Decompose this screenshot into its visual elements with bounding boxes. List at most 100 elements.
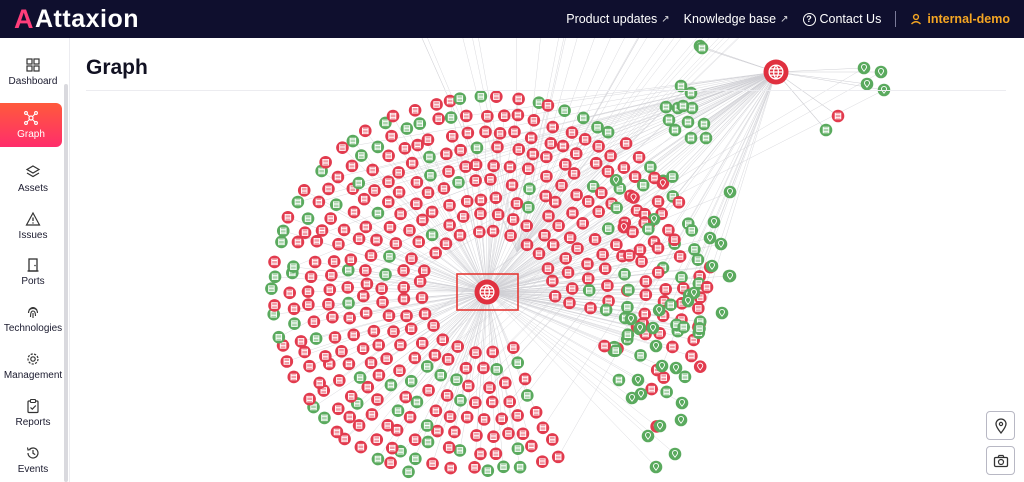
- server-node[interactable]: [474, 207, 487, 221]
- server-node[interactable]: [432, 112, 445, 126]
- server-node[interactable]: [403, 224, 416, 237]
- server-node[interactable]: [668, 233, 681, 246]
- location-node[interactable]: [669, 361, 683, 375]
- location-node[interactable]: [703, 231, 717, 245]
- server-node[interactable]: [332, 237, 345, 251]
- sidebar-item-ports[interactable]: Ports: [0, 250, 66, 294]
- server-node[interactable]: [639, 275, 653, 288]
- server-node[interactable]: [415, 336, 429, 350]
- sidebar-item-graph[interactable]: Graph: [0, 103, 62, 147]
- server-node[interactable]: [477, 361, 490, 375]
- server-node[interactable]: [404, 322, 418, 336]
- server-node[interactable]: [561, 266, 575, 279]
- server-node[interactable]: [511, 356, 525, 370]
- server-node[interactable]: [440, 147, 453, 161]
- server-node[interactable]: [546, 238, 560, 252]
- location-node[interactable]: [649, 460, 663, 474]
- server-node[interactable]: [429, 404, 443, 418]
- location-node[interactable]: [675, 396, 689, 410]
- server-node[interactable]: [313, 376, 326, 390]
- location-node[interactable]: [617, 220, 631, 234]
- server-node[interactable]: [506, 213, 520, 226]
- server-node[interactable]: [497, 460, 510, 474]
- server-node[interactable]: [336, 141, 349, 154]
- server-node[interactable]: [418, 307, 432, 321]
- server-node[interactable]: [441, 353, 455, 366]
- sidebar-item-issues[interactable]: Issues: [0, 204, 66, 248]
- server-node[interactable]: [323, 283, 337, 297]
- server-node[interactable]: [468, 460, 481, 474]
- server-node[interactable]: [596, 248, 609, 261]
- server-node[interactable]: [548, 290, 562, 303]
- server-node[interactable]: [521, 389, 534, 402]
- server-node[interactable]: [409, 452, 422, 466]
- sidebar-item-reports[interactable]: Reports: [0, 391, 66, 435]
- server-node[interactable]: [570, 188, 583, 202]
- location-node[interactable]: [641, 429, 655, 443]
- server-node[interactable]: [571, 242, 584, 255]
- server-node[interactable]: [384, 456, 397, 470]
- server-node[interactable]: [469, 396, 482, 409]
- server-node[interactable]: [474, 447, 487, 461]
- server-node[interactable]: [397, 281, 411, 294]
- server-node[interactable]: [355, 149, 368, 162]
- server-node[interactable]: [410, 175, 424, 189]
- server-node[interactable]: [287, 260, 300, 274]
- server-node[interactable]: [678, 370, 692, 384]
- server-node[interactable]: [365, 408, 379, 421]
- server-node[interactable]: [621, 328, 635, 342]
- server-node[interactable]: [342, 357, 356, 371]
- server-node[interactable]: [555, 179, 568, 192]
- server-node[interactable]: [565, 282, 579, 295]
- server-node[interactable]: [416, 213, 429, 227]
- server-node[interactable]: [559, 252, 572, 265]
- product-updates-link[interactable]: Product updates ↗: [566, 12, 669, 26]
- server-node[interactable]: [507, 341, 520, 354]
- server-node[interactable]: [491, 140, 504, 154]
- server-node[interactable]: [428, 348, 442, 362]
- server-node[interactable]: [420, 419, 434, 432]
- server-node[interactable]: [384, 378, 398, 392]
- server-node[interactable]: [592, 205, 605, 218]
- server-node[interactable]: [276, 224, 290, 238]
- knowledge-base-link[interactable]: Knowledge base ↗: [684, 12, 789, 26]
- location-node[interactable]: [714, 237, 728, 251]
- server-node[interactable]: [297, 184, 311, 197]
- server-node[interactable]: [548, 195, 562, 209]
- server-node[interactable]: [523, 182, 536, 196]
- server-node[interactable]: [443, 410, 457, 423]
- server-node[interactable]: [486, 224, 500, 238]
- server-node[interactable]: [397, 292, 411, 306]
- server-node[interactable]: [371, 452, 385, 466]
- server-node[interactable]: [333, 374, 346, 387]
- server-node[interactable]: [657, 371, 671, 384]
- server-node[interactable]: [623, 249, 636, 262]
- server-node[interactable]: [677, 320, 691, 334]
- server-node[interactable]: [659, 282, 672, 296]
- server-node[interactable]: [287, 370, 301, 384]
- location-node[interactable]: [624, 312, 638, 326]
- server-node[interactable]: [424, 168, 437, 182]
- server-node[interactable]: [697, 117, 711, 131]
- server-node[interactable]: [490, 363, 503, 376]
- server-node[interactable]: [382, 149, 395, 163]
- server-node[interactable]: [423, 150, 436, 164]
- server-node[interactable]: [504, 229, 517, 242]
- server-node[interactable]: [459, 160, 472, 173]
- server-node[interactable]: [520, 238, 534, 252]
- server-node[interactable]: [453, 444, 467, 457]
- server-node[interactable]: [393, 364, 406, 378]
- server-node[interactable]: [427, 319, 440, 332]
- server-node[interactable]: [641, 222, 655, 236]
- server-node[interactable]: [346, 134, 360, 148]
- server-node[interactable]: [598, 339, 611, 353]
- server-node[interactable]: [343, 410, 357, 424]
- server-node[interactable]: [581, 257, 594, 271]
- server-node[interactable]: [382, 175, 395, 189]
- server-node[interactable]: [551, 450, 565, 464]
- server-node[interactable]: [453, 92, 467, 105]
- location-node[interactable]: [655, 359, 669, 373]
- server-node[interactable]: [359, 264, 372, 277]
- server-node[interactable]: [436, 333, 450, 347]
- server-node[interactable]: [359, 220, 373, 234]
